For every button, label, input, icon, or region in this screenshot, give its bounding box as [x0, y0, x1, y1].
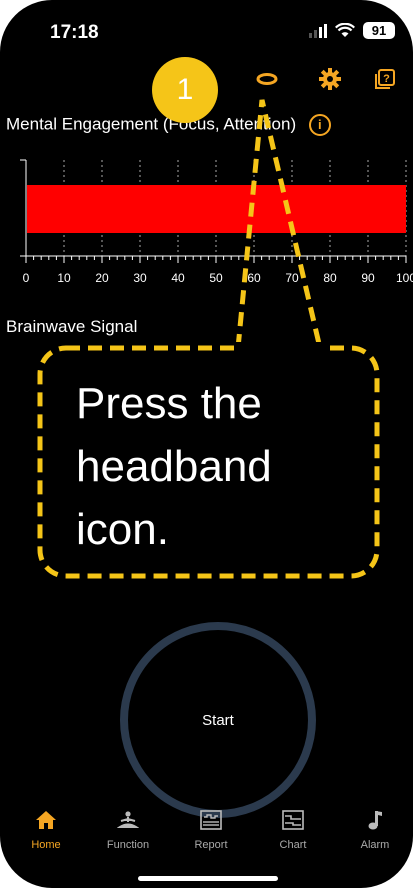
report-icon [200, 810, 222, 830]
step-badge: 1 [152, 57, 218, 123]
tab-home[interactable]: Home [11, 805, 81, 851]
tab-alarm[interactable]: Alarm [340, 805, 410, 851]
callout-text: Press the headband icon. [76, 379, 272, 554]
tab-function[interactable]: Function [93, 805, 163, 851]
home-indicator [138, 876, 278, 881]
tab-label-alarm: Alarm [360, 839, 390, 851]
home-icon [36, 811, 56, 829]
tab-label-home: Home [31, 839, 61, 851]
chart-icon [282, 810, 304, 830]
start-label: Start [202, 711, 234, 729]
tab-bar: Home Function Report Chart Alarm [0, 805, 413, 865]
tab-report[interactable]: Report [176, 805, 246, 851]
meditation-icon [117, 811, 139, 828]
start-button[interactable]: Start [120, 622, 316, 818]
phone-screen: 17:18 91 ? Mental Engagement (Focus, Att… [0, 0, 413, 888]
tab-label-chart: Chart [279, 839, 307, 851]
music-note-icon [368, 811, 382, 830]
tab-label-report: Report [194, 839, 228, 851]
tab-chart[interactable]: Chart [258, 805, 328, 851]
tab-label-function: Function [106, 839, 150, 851]
